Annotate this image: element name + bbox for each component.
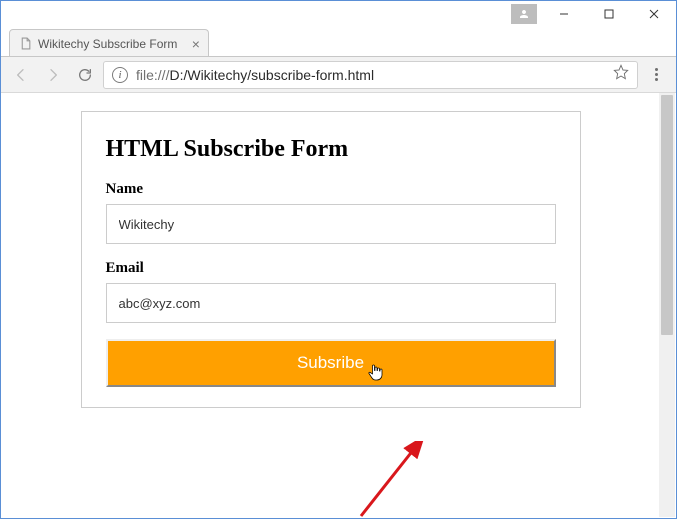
tab-close-icon[interactable]: × bbox=[192, 36, 200, 52]
forward-button[interactable] bbox=[39, 61, 67, 89]
name-label: Name bbox=[106, 181, 556, 198]
email-input[interactable] bbox=[106, 283, 556, 323]
name-input[interactable] bbox=[106, 204, 556, 244]
toolbar: i file:///D:/Wikitechy/subscribe-form.ht… bbox=[1, 57, 676, 93]
back-button[interactable] bbox=[7, 61, 35, 89]
browser-tab[interactable]: Wikitechy Subscribe Form × bbox=[9, 29, 209, 57]
subscribe-button-label: Subsribe bbox=[297, 353, 364, 373]
page-viewport: HTML Subscribe Form Name Email Subsribe bbox=[2, 93, 675, 517]
tab-title: Wikitechy Subscribe Form bbox=[38, 37, 186, 51]
tab-strip: Wikitechy Subscribe Form × bbox=[1, 27, 676, 57]
vertical-scrollbar[interactable] bbox=[659, 93, 675, 517]
scrollbar-thumb[interactable] bbox=[661, 95, 673, 335]
subscribe-form-card: HTML Subscribe Form Name Email Subsribe bbox=[81, 111, 581, 408]
email-label: Email bbox=[106, 260, 556, 277]
chrome-menu-button[interactable] bbox=[642, 61, 670, 89]
window-minimize-button[interactable] bbox=[541, 1, 586, 27]
window-titlebar bbox=[1, 1, 676, 27]
page-content: HTML Subscribe Form Name Email Subsribe bbox=[2, 93, 659, 517]
window-maximize-button[interactable] bbox=[586, 1, 631, 27]
reload-button[interactable] bbox=[71, 61, 99, 89]
address-bar[interactable]: i file:///D:/Wikitechy/subscribe-form.ht… bbox=[103, 61, 638, 89]
window-controls bbox=[541, 1, 676, 27]
url-text: file:///D:/Wikitechy/subscribe-form.html bbox=[136, 67, 605, 83]
site-info-icon[interactable]: i bbox=[112, 67, 128, 83]
hand-cursor-icon bbox=[367, 363, 383, 383]
window-close-button[interactable] bbox=[631, 1, 676, 27]
subscribe-button[interactable]: Subsribe bbox=[106, 339, 556, 387]
form-heading: HTML Subscribe Form bbox=[106, 136, 556, 163]
chrome-user-icon[interactable] bbox=[511, 4, 537, 24]
bookmark-star-icon[interactable] bbox=[613, 64, 629, 85]
file-icon bbox=[18, 37, 32, 51]
